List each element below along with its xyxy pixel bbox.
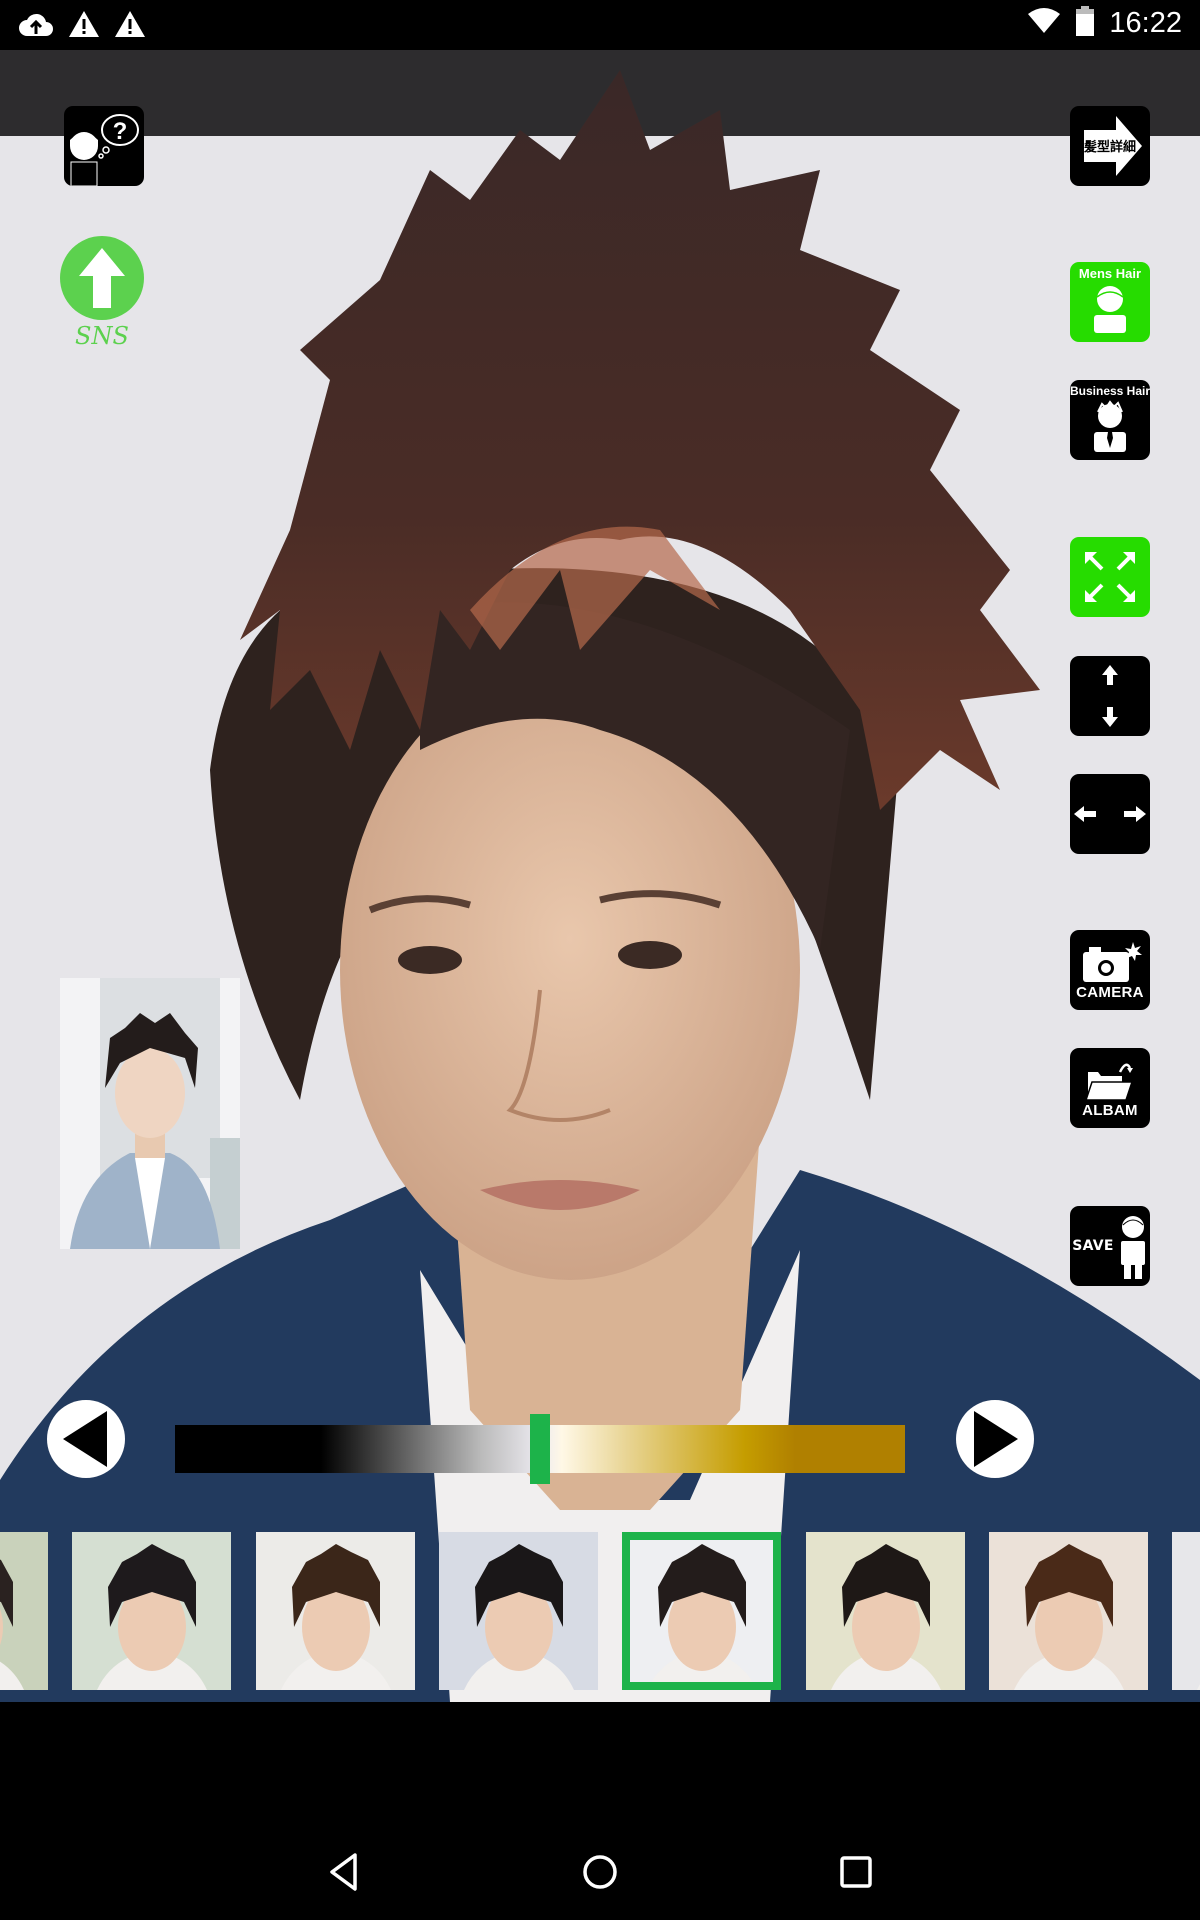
hairstyle-thumbnail-strip[interactable] (0, 1532, 1200, 1690)
back-button[interactable] (314, 1842, 374, 1902)
businessman-icon (1094, 400, 1126, 452)
business-hair-button[interactable]: Business Hair (1070, 380, 1150, 460)
mens-hair-button[interactable]: Mens Hair (1070, 262, 1150, 342)
camera-label: CAMERA (1076, 983, 1144, 1001)
svg-text:?: ? (113, 118, 128, 145)
save-button[interactable]: SAVE (1070, 1206, 1150, 1286)
horizontal-stretch-button[interactable] (1070, 774, 1150, 854)
resize-button[interactable] (1070, 537, 1150, 617)
recents-icon (840, 1856, 872, 1888)
hairstyle-thumbnail[interactable] (0, 1532, 48, 1690)
person-icon (1120, 1216, 1145, 1279)
triangle-right-icon (974, 1411, 1018, 1467)
cloud-upload-icon (18, 10, 54, 43)
folder-icon (1084, 1063, 1134, 1101)
status-bar: 16:22 (0, 0, 1200, 50)
hairstyle-thumbnail[interactable] (805, 1532, 965, 1690)
hair-color-slider-thumb[interactable] (530, 1414, 550, 1484)
warning-icon (68, 10, 100, 43)
album-label: ALBAM (1082, 1101, 1138, 1119)
arrow-right-icon: 髪型詳細 (1083, 116, 1142, 176)
wifi-icon (1027, 8, 1061, 39)
warning-icon (114, 10, 146, 43)
sns-share-button[interactable]: SNS (60, 236, 144, 350)
hairstyle-thumbnail[interactable] (255, 1532, 415, 1690)
horizontal-arrows-icon (1074, 806, 1146, 822)
color-next-button[interactable] (956, 1400, 1034, 1478)
hairstyle-details-button[interactable]: 髪型詳細 (1070, 106, 1150, 186)
home-button[interactable] (570, 1842, 630, 1902)
business-hair-label: Business Hair (1070, 384, 1150, 398)
hairstyle-thumbnail[interactable] (72, 1532, 232, 1690)
save-label: SAVE (1072, 1238, 1114, 1254)
album-button[interactable]: ALBAM (1070, 1048, 1150, 1128)
hairstyle-simulator-canvas[interactable]: ? SNS 髪型詳細 Mens Hair Business Hair CAMER… (0, 50, 1200, 1702)
sns-label: SNS (75, 322, 129, 350)
back-icon (330, 1853, 357, 1891)
home-icon (583, 1855, 617, 1889)
camera-button[interactable]: CAMERA (1070, 930, 1150, 1010)
hairstyle-thumbnail[interactable] (622, 1532, 782, 1690)
reference-hairstyle-photo (60, 978, 240, 1249)
hairstyle-thumbnail[interactable] (1172, 1532, 1200, 1690)
triangle-left-icon (63, 1411, 107, 1467)
battery-icon (1075, 6, 1095, 41)
mens-hair-label: Mens Hair (1078, 266, 1142, 281)
upload-arrow-icon (79, 248, 125, 308)
help-thought-icon: ? (70, 114, 139, 186)
expand-icon (1085, 552, 1135, 602)
camera-icon (1083, 941, 1142, 982)
recents-button[interactable] (826, 1842, 886, 1902)
clock: 16:22 (1109, 7, 1182, 39)
hairstyle-thumbnail[interactable] (438, 1532, 598, 1690)
hairstyle-details-label: 髪型詳細 (1083, 139, 1136, 155)
vertical-stretch-button[interactable] (1070, 656, 1150, 736)
vertical-arrows-icon (1102, 665, 1118, 727)
navigation-bar (0, 1702, 1200, 1920)
help-button[interactable]: ? (64, 106, 144, 186)
color-previous-button[interactable] (47, 1400, 125, 1478)
hairstyle-thumbnail[interactable] (988, 1532, 1148, 1690)
man-avatar-icon (1094, 286, 1126, 333)
